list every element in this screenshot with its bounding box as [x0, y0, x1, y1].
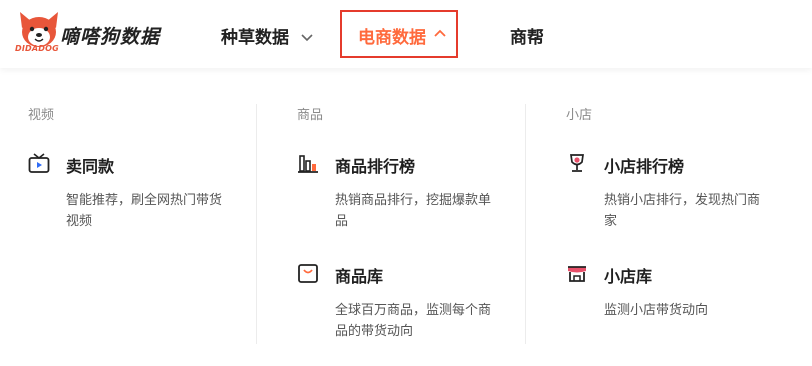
menu-item-title: 卖同款: [66, 157, 115, 176]
menu-item-desc: 智能推荐，刷全网热门带货视频: [66, 193, 223, 229]
shopping-bag-icon: [298, 264, 318, 283]
column-title: 小店: [566, 108, 593, 123]
brand-name[interactable]: 嘀嗒狗数据: [60, 22, 160, 49]
column-divider: [256, 104, 257, 344]
menu-item-desc: 热销商品排行，挖掘爆款单品: [335, 193, 492, 229]
menu-item-same-product[interactable]: 卖同款 智能推荐，刷全网热门带货视频: [28, 152, 258, 232]
menu-item-title: 商品排行榜: [335, 157, 416, 176]
menu-item-title: 小店库: [604, 267, 653, 286]
nav-item-shangbang[interactable]: 商帮: [510, 23, 544, 48]
menu-item-shop-ranking[interactable]: 小店排行榜 热销小店排行，发现热门商家: [566, 152, 776, 232]
storefront-icon: [568, 266, 586, 282]
tv-icon: [28, 153, 50, 173]
menu-item-product-ranking[interactable]: 商品排行榜 热销商品排行，挖掘爆款单品: [297, 152, 507, 232]
menu-item-product-library[interactable]: 商品库 全球百万商品，监测每个商品的带货动向: [297, 262, 507, 342]
logo-subtext: DIDADOG: [15, 44, 59, 53]
column-title: 商品: [297, 108, 324, 123]
nav-item-label: 电商数据: [358, 28, 426, 48]
dropdown-column-shops: 小店 小店排行榜 热销小店排行，发现热门商家 小店库 监测小店带货动向: [566, 104, 812, 344]
chevron-down-icon: [301, 34, 313, 42]
column-divider: [525, 104, 526, 344]
nav-item-grass-data[interactable]: 种草数据: [221, 23, 313, 48]
menu-item-title: 商品库: [335, 267, 384, 286]
top-navbar: DIDADOG 嘀嗒狗数据 种草数据 电商数据 商帮: [0, 0, 812, 68]
menu-item-desc: 热销小店排行，发现热门商家: [604, 193, 761, 229]
chevron-up-icon: [434, 29, 446, 37]
bar-chart-icon: [298, 155, 318, 173]
nav-item-label: 种草数据: [221, 28, 289, 48]
column-title: 视频: [28, 108, 55, 123]
menu-item-desc: 全球百万商品，监测每个商品的带货动向: [335, 303, 492, 339]
menu-item-desc: 监测小店带货动向: [604, 303, 709, 318]
menu-item-shop-library[interactable]: 小店库 监测小店带货动向: [566, 262, 776, 342]
trophy-icon: [570, 154, 584, 172]
nav-item-label: 商帮: [510, 28, 544, 48]
menu-item-title: 小店排行榜: [604, 157, 685, 176]
nav-item-ecommerce-data[interactable]: 电商数据: [340, 10, 458, 58]
